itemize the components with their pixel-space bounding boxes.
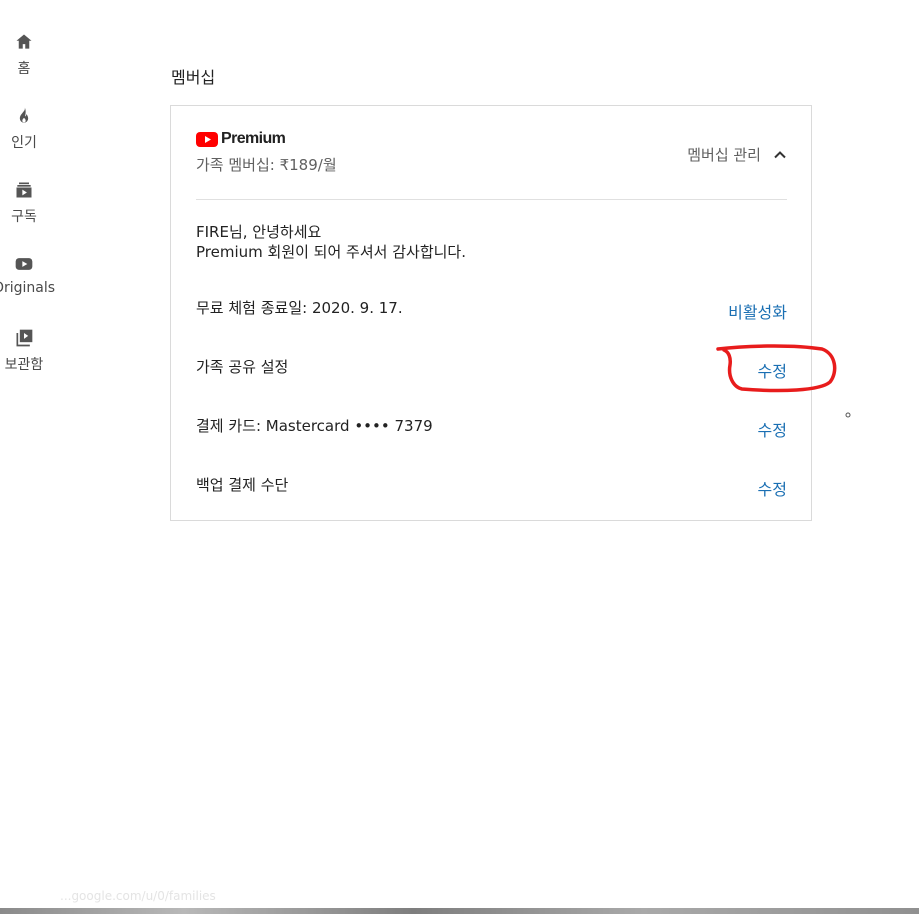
backup-payment-method: 백업 결제 수단 xyxy=(196,476,289,494)
row-payment-card: 결제 카드: Mastercard •••• 7379 수정 xyxy=(196,415,787,441)
manage-membership-label: 멤버십 관리 xyxy=(687,146,761,164)
stray-dot xyxy=(845,412,851,418)
brand-name: Premium xyxy=(221,130,286,147)
youtube-play-icon xyxy=(12,252,36,276)
sidebar-item-originals[interactable]: Originals xyxy=(0,252,60,296)
divider xyxy=(196,199,787,200)
membership-card: Premium 가족 멤버십: ₹189/월 멤버십 관리 FIRE님, 안녕하… xyxy=(170,105,812,521)
greeting: FIRE님, 안녕하세요 Premium 회원이 되어 주셔서 감사합니다. xyxy=(196,222,466,262)
sidebar-item-label: Originals xyxy=(0,280,56,296)
section-title: 멤버십 xyxy=(171,68,216,87)
payment-card-info: 결제 카드: Mastercard •••• 7379 xyxy=(196,417,433,435)
plan-info: 가족 멤버십: ₹189/월 xyxy=(196,156,337,174)
manage-membership-button[interactable]: 멤버십 관리 xyxy=(687,144,787,165)
row-family-sharing: 가족 공유 설정 수정 xyxy=(196,356,787,382)
bottom-edge-strip xyxy=(0,908,919,914)
library-icon xyxy=(12,326,36,350)
subscriptions-icon xyxy=(12,178,36,202)
sidebar-item-label: 인기 xyxy=(11,135,37,151)
flame-icon xyxy=(12,104,36,128)
greeting-line: FIRE님, 안녕하세요 xyxy=(196,223,322,241)
family-sharing-settings: 가족 공유 설정 xyxy=(196,358,289,376)
sidebar-item-subscriptions[interactable]: 구독 xyxy=(0,178,60,226)
free-trial-end-date: 무료 체험 종료일: 2020. 9. 17. xyxy=(196,299,403,317)
edit-payment-card-link[interactable]: 수정 xyxy=(758,417,787,441)
home-icon xyxy=(12,30,36,54)
greeting-line: Premium 회원이 되어 주셔서 감사합니다. xyxy=(196,243,466,261)
sidebar-item-label: 구독 xyxy=(11,209,37,225)
deactivate-link[interactable]: 비활성화 xyxy=(728,299,787,323)
youtube-logo-icon xyxy=(196,131,218,147)
row-free-trial: 무료 체험 종료일: 2020. 9. 17. 비활성화 xyxy=(196,297,787,323)
sidebar-item-trending[interactable]: 인기 xyxy=(0,104,60,152)
sidebar-item-home[interactable]: 홈 xyxy=(0,30,60,78)
edit-backup-payment-link[interactable]: 수정 xyxy=(758,476,787,500)
sidebar-item-label: 보관함 xyxy=(4,357,44,373)
edit-family-sharing-link[interactable]: 수정 xyxy=(758,358,787,382)
chevron-up-icon xyxy=(774,150,786,158)
youtube-premium-logo: Premium xyxy=(196,130,286,148)
sidebar-item-library[interactable]: 보관함 xyxy=(0,326,60,374)
status-url: ...google.com/u/0/families xyxy=(60,889,216,903)
sidebar-item-label: 홈 xyxy=(17,61,31,77)
row-backup-payment: 백업 결제 수단 수정 xyxy=(196,474,787,500)
sidebar: 홈 인기 구독 Originals 보관함 xyxy=(0,0,60,400)
